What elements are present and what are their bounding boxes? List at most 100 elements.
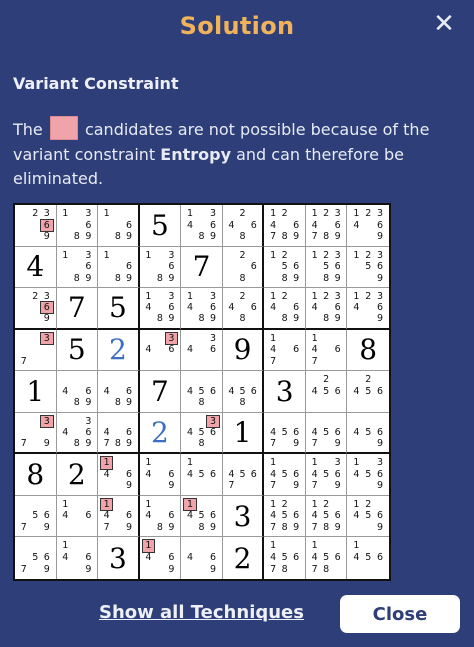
grid-cell-r9c3[interactable]: 3 [98,537,140,579]
grid-cell-r6c1[interactable]: 3 7 9 [15,412,57,455]
grid-cell-r6c8[interactable]: 456 7 9 [305,412,348,455]
candidate: 6 [126,468,133,480]
grid-cell-r3c6[interactable]: 24 68 [222,288,265,330]
candidate: 5 [281,510,288,522]
grid-cell-r1c4[interactable]: 5 [139,205,182,247]
grid-cell-r9c1[interactable]: 56 7 9 [15,537,57,579]
grid-cell-r2c4[interactable]: 1 3689 [139,246,182,289]
candidate: 8 [239,313,246,325]
close-icon[interactable]: ✕ [428,8,460,40]
grid-cell-r5c2[interactable]: 4 689 [56,371,99,413]
grid-cell-r6c9[interactable]: 4569 [347,413,389,455]
candidate [30,302,42,313]
grid-cell-r3c9[interactable]: 123 4 69 [347,288,389,330]
grid-cell-r4c9[interactable]: 8 [347,330,389,372]
candidate [123,416,134,427]
grid-cell-r9c2[interactable]: 14 69 [57,537,99,579]
grid-cell-r1c3[interactable]: 1689 [98,205,140,247]
candidate [362,313,374,324]
grid-cell-r8c9[interactable]: 124569 [347,496,389,538]
grid-cell-r4c5[interactable]: 3 4 6 [181,329,223,372]
grid-cell-r4c7[interactable]: 14 6 7 [264,329,306,372]
grid-cell-r4c4[interactable]: 34 6 [139,329,182,372]
candidate [184,480,196,492]
candidate: 4 [270,468,277,480]
grid-cell-r6c2[interactable]: 3 4 689 [56,412,99,455]
grid-cell-r2c1[interactable]: 4 [15,246,57,289]
grid-cell-r5c9[interactable]: 2456 [347,371,389,413]
grid-cell-r8c1[interactable]: 56 7 9 [15,495,57,538]
grid-cell-r8c2[interactable]: 14 6 [56,495,99,538]
grid-cell-r6c4[interactable]: 2 [139,412,182,455]
grid-cell-r3c4[interactable]: 1 3 4 689 [139,288,182,330]
grid-cell-r9c4[interactable]: 14 69 [140,537,182,579]
candidate: 6 [43,510,50,522]
grid-cell-r1c8[interactable]: 123 4 6 789 [305,205,348,247]
grid-cell-r3c2[interactable]: 7 [56,288,99,330]
close-button[interactable]: Close [340,595,460,633]
grid-cell-r5c4[interactable]: 7 [139,371,182,413]
grid-cell-r7c5[interactable]: 1456 [181,454,223,496]
grid-cell-r7c3[interactable]: 14 69 [98,454,140,496]
grid-cell-r2c3[interactable]: 1689 [98,246,140,289]
grid-cell-r1c6[interactable]: 24 68 [222,205,265,247]
grid-cell-r4c1[interactable]: 37 [15,329,57,372]
grid-cell-r8c3[interactable]: 14 6 7 9 [98,495,140,538]
grid-cell-r1c5[interactable]: 1 3 4 689 [181,205,223,247]
candidate-grid: 1 3 456 7 9 [309,457,344,492]
grid-cell-r2c8[interactable]: 1235689 [305,246,348,289]
grid-cell-r2c2[interactable]: 1 3689 [56,246,99,289]
grid-cell-r5c8[interactable]: 2456 [305,371,348,413]
grid-cell-r7c8[interactable]: 1 3 456 7 9 [305,454,348,496]
grid-cell-r3c3[interactable]: 5 [98,288,140,330]
grid-cell-r6c7[interactable]: 456 7 9 [264,412,306,455]
grid-cell-r9c7[interactable]: 1456 78 [264,537,306,579]
grid-cell-r8c8[interactable]: 12456 789 [305,495,348,538]
grid-cell-r6c3[interactable]: 4 6 789 [98,412,140,455]
grid-cell-r2c9[interactable]: 123569 [347,247,389,289]
candidate: 1 [145,457,152,469]
grid-cell-r3c7[interactable]: 124 689 [264,288,306,330]
grid-cell-r6c5[interactable]: 3 4568 [181,412,223,455]
grid-cell-r2c7[interactable]: 125689 [264,246,306,289]
grid-cell-r8c5[interactable]: 145689 [181,495,223,538]
grid-cell-r6c6[interactable]: 1 [222,412,265,455]
grid-cell-r8c7[interactable]: 12456 789 [264,495,306,538]
grid-cell-r7c6[interactable]: 456 7 [222,454,265,496]
grid-cell-r5c5[interactable]: 4568 [181,371,223,413]
grid-cell-r5c1[interactable]: 1 [15,371,57,413]
grid-cell-r4c8[interactable]: 14 6 7 [305,329,348,372]
grid-cell-r5c3[interactable]: 4 689 [98,371,140,413]
grid-cell-r4c2[interactable]: 5 [56,329,99,372]
grid-cell-r7c2[interactable]: 2 [56,454,99,496]
grid-cell-r8c6[interactable]: 3 [222,495,265,538]
grid-cell-r3c8[interactable]: 123 4 689 [305,288,348,330]
candidate [320,220,332,232]
candidate: 6 [209,468,217,480]
grid-cell-r9c6[interactable]: 2 [223,537,265,579]
show-all-techniques-link[interactable]: Show all Techniques [99,602,304,623]
candidate [350,416,362,427]
grid-cell-r7c1[interactable]: 8 [15,454,57,496]
grid-cell-r8c4[interactable]: 14 689 [139,495,182,538]
grid-cell-r2c5[interactable]: 7 [181,246,223,289]
grid-cell-r3c1[interactable]: 2369 [15,288,57,330]
grid-cell-r1c7[interactable]: 124 6 789 [264,205,306,247]
grid-cell-r1c9[interactable]: 123 4 69 [347,205,389,247]
grid-cell-r5c7[interactable]: 3 [264,371,306,413]
grid-cell-r1c1[interactable]: 2369 [15,205,57,247]
grid-cell-r1c2[interactable]: 1 3689 [56,205,99,247]
grid-cell-r3c5[interactable]: 1 3 4 689 [181,288,223,330]
grid-cell-r9c9[interactable]: 1456 [347,537,389,579]
grid-cell-r9c5[interactable]: 4 69 [181,537,223,579]
candidate: 9 [126,480,133,492]
grid-cell-r7c7[interactable]: 1456 7 9 [264,454,306,496]
grid-cell-r7c4[interactable]: 14 69 [139,454,182,496]
candidate: 4 [186,385,193,397]
grid-cell-r7c9[interactable]: 1 3 4569 [347,454,389,496]
grid-cell-r4c6[interactable]: 9 [222,329,265,372]
grid-cell-r5c6[interactable]: 4568 [222,371,265,413]
grid-cell-r9c8[interactable]: 1456 78 [306,537,348,579]
grid-cell-r2c6[interactable]: 268 [222,246,265,289]
grid-cell-r4c3[interactable]: 2 [98,329,140,372]
